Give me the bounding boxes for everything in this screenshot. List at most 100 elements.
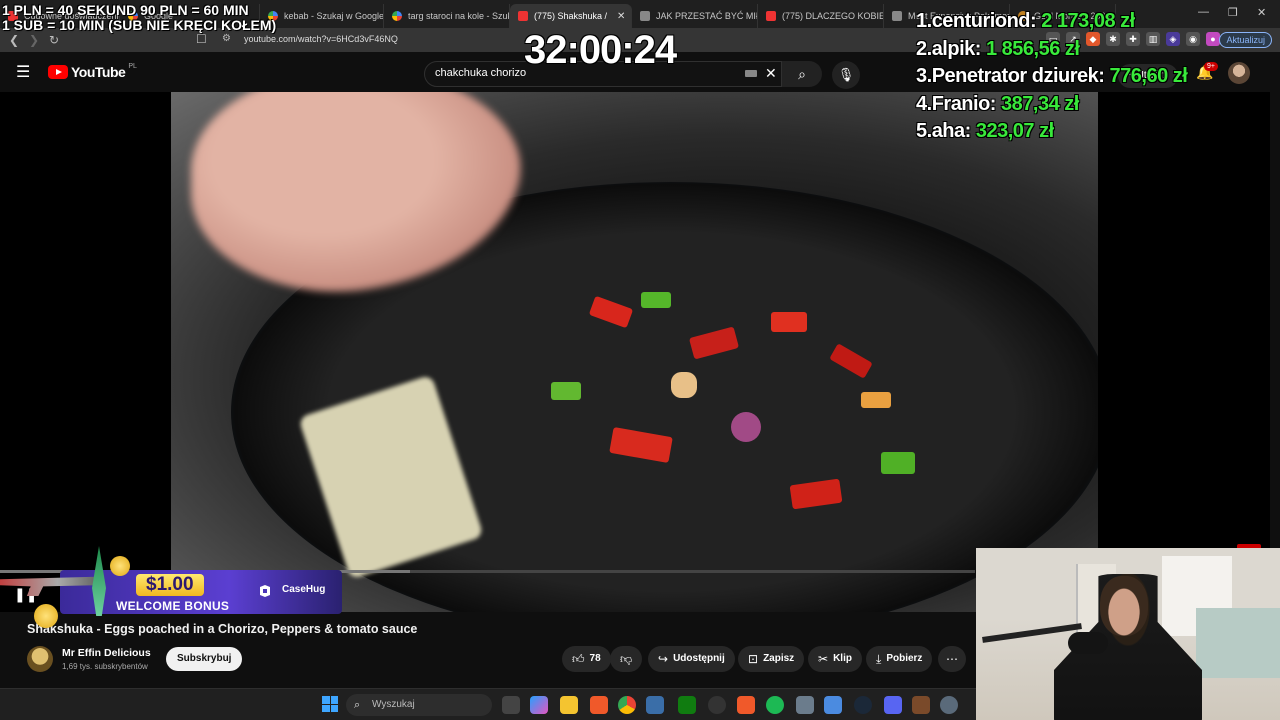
donor-name: Penetrator dziurek:: [931, 65, 1105, 87]
download-label: Pobierz: [886, 653, 923, 664]
mic-arm-image: [982, 623, 1082, 643]
leaderboard-row: 3.Penetrator dziurek: 776,60 zł: [916, 63, 1188, 91]
back-icon[interactable]: ❮: [4, 33, 24, 47]
rank: 4.: [916, 92, 932, 115]
url-text[interactable]: youtube.com/watch?v=6HCd3vF46NQ: [244, 34, 398, 44]
screen: Cudowne doświadczenie Google kebab - Szu…: [0, 0, 1280, 720]
notification-count-badge: 9+: [1204, 62, 1218, 71]
vegetable-image: [671, 372, 697, 398]
youtube-icon: [518, 11, 528, 21]
forward-icon[interactable]: ❯: [24, 33, 44, 47]
donation-amount: 1 856,56 zł: [986, 37, 1080, 60]
video-frame[interactable]: [171, 92, 1098, 612]
minimize-icon[interactable]: —: [1198, 6, 1209, 18]
bookmark-icon: ⊡: [748, 652, 759, 666]
close-icon[interactable]: ✕: [617, 11, 625, 22]
xbox-icon[interactable]: [678, 696, 696, 714]
update-button[interactable]: Aktualizuj: [1219, 32, 1272, 48]
country-code: PL: [128, 62, 137, 70]
browser-tab[interactable]: kebab - Szukaj w Google: [260, 4, 384, 28]
profile-icon[interactable]: ●: [1206, 32, 1220, 46]
leaderboard-row: 1.centuriond: 2 173,08 zł: [916, 8, 1187, 36]
donation-amount: 323,07 zł: [975, 120, 1054, 142]
video-player[interactable]: ❚❚: [0, 92, 1270, 612]
casino-promo-banner: $1.00 WELCOME BONUS CaseHug: [0, 546, 342, 628]
maximize-icon[interactable]: ❐: [1228, 6, 1238, 19]
calculator-icon[interactable]: [796, 696, 814, 714]
search-icon: ⌕: [354, 699, 361, 711]
keyboard-icon[interactable]: [745, 70, 757, 77]
thumbs-up-icon: 👍︎: [572, 652, 585, 666]
file-explorer-icon[interactable]: [560, 696, 578, 714]
vegetable-image: [881, 452, 915, 474]
promo-amount: $1.00: [136, 574, 204, 596]
subscribe-button[interactable]: Subskrybuj: [166, 647, 243, 671]
share-button[interactable]: ↪ Udostępnij: [648, 646, 735, 672]
vegetable-image: [641, 292, 671, 308]
browser-tab-active[interactable]: (775) Shakshuka / ✕: [510, 4, 632, 28]
more-actions-button[interactable]: ⋯: [938, 646, 966, 672]
video-title: Shakshuka - Eggs poached in a Chorizo, P…: [27, 622, 418, 636]
tab-label: (775) Shakshuka /: [534, 11, 608, 21]
reload-icon[interactable]: ↻: [44, 33, 64, 47]
leaderboard-row: 2.alpik: 1 856,56 zł: [916, 36, 1187, 64]
copilot-icon[interactable]: [530, 696, 548, 714]
like-button[interactable]: 👍︎ 78: [562, 646, 611, 672]
steam-icon[interactable]: [854, 696, 872, 714]
scissors-icon: ✂: [818, 652, 829, 666]
donation-amount: 2 173,08 zł: [1041, 10, 1135, 32]
promo-text: WELCOME BONUS: [116, 599, 230, 613]
donor-name: Franio:: [931, 92, 997, 115]
leaderboard-row: 5.aha: 323,07 zł: [916, 118, 1187, 146]
game-icon[interactable]: [912, 696, 930, 714]
youtube-logo[interactable]: YouTube PL: [48, 62, 137, 80]
more-icon: ⋯: [946, 652, 958, 666]
streamer-head-image: [1100, 576, 1148, 636]
taskbar-search[interactable]: ⌕ Wyszukaj: [346, 694, 492, 716]
clip-button[interactable]: ✂ Klip: [808, 646, 862, 672]
site-info-icon[interactable]: ⚙: [222, 33, 231, 44]
bookmark-icon[interactable]: ☐: [196, 32, 207, 46]
app-icon[interactable]: [646, 696, 664, 714]
share-label: Udostępnij: [673, 653, 725, 664]
clear-search-icon[interactable]: ✕: [765, 65, 777, 82]
download-button[interactable]: ⤓ Pobierz: [866, 646, 933, 672]
youtube-logo-text: YouTube: [71, 64, 126, 80]
brave-active-icon[interactable]: [737, 696, 755, 714]
settings-icon[interactable]: [940, 696, 958, 714]
stream-rule-line-2: 1 SUB = 10 MIN (SUB NIE KRĘCI KOŁEM): [2, 17, 277, 33]
vpn-icon[interactable]: ◉: [1186, 32, 1200, 46]
search-button[interactable]: ⌕: [782, 61, 822, 87]
channel-avatar[interactable]: [27, 646, 53, 672]
user-avatar[interactable]: [1228, 62, 1250, 84]
like-count: 78: [589, 653, 601, 664]
close-window-icon[interactable]: ✕: [1257, 6, 1266, 19]
browser-tab[interactable]: (775) DLACZEGO KOBIETY: [758, 4, 884, 28]
spotify-icon[interactable]: [766, 696, 784, 714]
donation-amount: 387,34 zł: [1001, 92, 1079, 115]
hamburger-menu-icon[interactable]: ☰: [16, 62, 30, 82]
donor-name: alpik:: [931, 37, 982, 60]
channel-name[interactable]: Mr Effin Delicious: [62, 647, 151, 659]
stream-rule-line-1: 1 PLN = 40 SEKUND 90 PLN = 60 MIN: [2, 2, 249, 18]
dislike-button[interactable]: 👎︎: [610, 646, 643, 672]
voice-search-button[interactable]: 🎙: [832, 61, 860, 89]
browser-tab[interactable]: JAK PRZESTAĆ BYĆ MIŁYM: [632, 4, 758, 28]
donor-name: centuriond:: [931, 10, 1037, 32]
task-view-icon[interactable]: [502, 696, 520, 714]
browser-tab[interactable]: targ staroci na kole - Szuk: [384, 4, 510, 28]
youtube-play-icon: [48, 65, 68, 79]
save-button[interactable]: ⊡ Zapisz: [738, 646, 805, 672]
notepad-icon[interactable]: [824, 696, 842, 714]
microphone-image: [1068, 632, 1108, 654]
youtube-icon: [766, 11, 776, 21]
download-icon: ⤓: [876, 652, 882, 666]
tab-label: JAK PRZESTAĆ BYĆ MIŁYM: [656, 11, 757, 21]
rank: 1.: [916, 10, 932, 32]
page-icon: [892, 11, 902, 21]
discord-icon[interactable]: [884, 696, 902, 714]
brave-icon[interactable]: [590, 696, 608, 714]
obs-icon[interactable]: [708, 696, 726, 714]
chrome-icon[interactable]: [618, 696, 636, 714]
windows-start-icon[interactable]: [322, 696, 338, 712]
